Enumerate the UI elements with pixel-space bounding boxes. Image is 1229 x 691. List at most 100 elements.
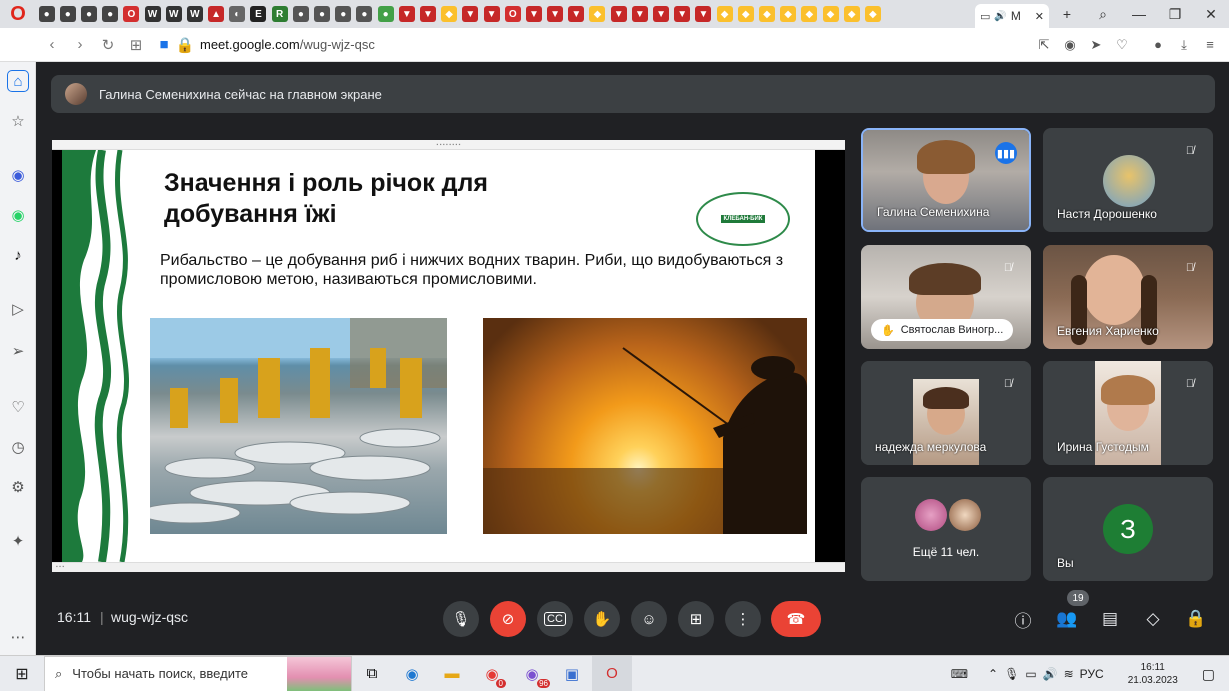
new-tab-button[interactable]: + xyxy=(1049,0,1085,28)
audio-playing-icon[interactable]: 🔊 xyxy=(994,11,1006,22)
presentation-screen[interactable]: ▪ ▪ ▪ ▪ ▪ ▪ ▪ ▪ Значення і роль річок дл… xyxy=(52,140,845,572)
start-button[interactable]: ⊞ xyxy=(0,656,44,691)
tab-favicon-icon[interactable]: E xyxy=(250,6,267,22)
player-icon[interactable]: ▷ xyxy=(7,298,29,320)
taskbar-search[interactable]: ⌕ Чтобы начать поиск, введите xyxy=(44,655,352,691)
participant-tile[interactable]: 🎙̸ Евгения Хариенко xyxy=(1043,245,1213,349)
people-button[interactable]: 👥 xyxy=(1053,605,1081,633)
tips-bulb-icon[interactable]: ✦ xyxy=(7,530,29,552)
present-button[interactable]: ⊞ xyxy=(678,601,714,637)
tab-favicon-icon[interactable]: ● xyxy=(59,6,76,22)
bookmark-star-icon[interactable]: ☆ xyxy=(7,110,29,132)
tab-favicon-icon[interactable]: ▼ xyxy=(398,6,415,22)
tab-favicon-icon[interactable]: R xyxy=(271,6,288,22)
mic-tray-icon[interactable]: 🎙 xyxy=(1004,667,1019,681)
activities-button[interactable]: ◇ xyxy=(1139,605,1167,633)
meeting-info-button[interactable]: ⓘ xyxy=(1009,605,1037,633)
flow-send-icon[interactable]: ➢ xyxy=(7,340,29,362)
tab-favicon-icon[interactable]: ▼ xyxy=(674,6,691,22)
participant-tile[interactable]: 🎙̸ надежда меркулова xyxy=(861,361,1031,465)
url-field[interactable]: meet.google.com/wug-wjz-qsc xyxy=(200,37,1031,52)
tab-favicon-icon[interactable]: ▼ xyxy=(653,6,670,22)
reload-icon[interactable]: ↻ xyxy=(94,31,122,59)
settings-gear-icon[interactable]: ⚙ xyxy=(7,476,29,498)
camera-icon[interactable]: ■ xyxy=(150,31,178,59)
battery-icon[interactable]: ▭ xyxy=(1025,667,1036,681)
tab-favicon-icon[interactable]: ▼ xyxy=(610,6,627,22)
profile-icon[interactable]: ● xyxy=(1145,32,1171,58)
volume-icon[interactable]: 🔊 xyxy=(1043,667,1058,681)
active-tab[interactable]: ▭ 🔊 M ✕ xyxy=(975,4,1049,28)
others-tile[interactable]: Ещё 11 чел. xyxy=(861,477,1031,581)
tab-favicon-icon[interactable]: ● xyxy=(292,6,309,22)
network-icon[interactable]: ≋ xyxy=(1064,667,1074,681)
tray-up-arrow-icon[interactable]: ⌃ xyxy=(988,667,998,681)
tab-favicon-icon[interactable]: ◆ xyxy=(737,6,754,22)
whatsapp-icon[interactable]: ◉ xyxy=(7,204,29,226)
reactions-button[interactable]: ☺ xyxy=(631,601,667,637)
tab-grid-icon[interactable]: ⊞ xyxy=(122,31,150,59)
captions-button[interactable]: CC xyxy=(537,601,573,637)
tab-favicon-icon[interactable]: ◆ xyxy=(864,6,881,22)
participant-tile[interactable]: 🎙̸ Настя Дорошенко xyxy=(1043,128,1213,232)
download-icon[interactable]: ⤓ xyxy=(1171,32,1197,58)
tab-favicon-icon[interactable]: ◆ xyxy=(801,6,818,22)
tab-favicon-icon[interactable]: ▼ xyxy=(631,6,648,22)
forward-arrow-icon[interactable]: › xyxy=(66,31,94,59)
tab-favicon-icon[interactable]: W xyxy=(144,6,161,22)
tab-favicon-icon[interactable]: ▼ xyxy=(568,6,585,22)
self-tile[interactable]: З Вы xyxy=(1043,477,1213,581)
back-arrow-icon[interactable]: ‹ xyxy=(38,31,66,59)
explorer-button[interactable]: ▬ xyxy=(432,656,472,691)
messenger-icon[interactable]: ◉ xyxy=(7,164,29,186)
tab-favicon-icon[interactable]: ◆ xyxy=(780,6,797,22)
tab-favicon-icon[interactable]: ▼ xyxy=(547,6,564,22)
participant-tile-speaking[interactable]: ▮▮▮ Галина Семенихина xyxy=(861,128,1031,232)
microphone-button[interactable]: 🎙 xyxy=(443,601,479,637)
more-options-button[interactable]: ⋮ xyxy=(725,601,761,637)
heart-icon[interactable]: ♡ xyxy=(1109,32,1135,58)
tab-favicon-icon[interactable]: ◆ xyxy=(843,6,860,22)
more-dots-icon[interactable]: ⋯ xyxy=(7,626,29,648)
home-icon[interactable]: ⌂ xyxy=(7,70,29,92)
tab-favicon-icon[interactable]: ● xyxy=(80,6,97,22)
search-tabs-icon[interactable]: ⌕ xyxy=(1085,0,1121,28)
tab-favicon-icon[interactable]: ◆ xyxy=(441,6,458,22)
tab-favicon-icon[interactable]: ● xyxy=(377,6,394,22)
participant-tile[interactable]: 🎙̸ Ирина Густодым xyxy=(1043,361,1213,465)
edge-button[interactable]: ◉ xyxy=(392,656,432,691)
tab-favicon-icon[interactable]: ● xyxy=(38,6,55,22)
tab-favicon-icon[interactable]: W xyxy=(165,6,182,22)
tab-favicon-icon[interactable]: ◆ xyxy=(758,6,775,22)
tab-favicon-icon[interactable]: ● xyxy=(314,6,331,22)
tab-favicon-icon[interactable]: O xyxy=(504,6,521,22)
tab-favicon-icon[interactable]: ▲ xyxy=(208,6,225,22)
maximize-button[interactable]: ❐ xyxy=(1157,0,1193,28)
tab-favicon-icon[interactable]: ◆ xyxy=(716,6,733,22)
tab-favicon-icon[interactable]: ● xyxy=(335,6,352,22)
minimize-button[interactable]: — xyxy=(1121,0,1157,28)
host-controls-button[interactable]: 🔒 xyxy=(1182,605,1210,633)
send-icon[interactable]: ➤ xyxy=(1083,32,1109,58)
lock-icon[interactable]: 🔒 xyxy=(176,31,195,59)
notifications-icon[interactable]: ▢ xyxy=(1202,666,1215,683)
opera-logo-icon[interactable]: O xyxy=(0,0,36,28)
raise-hand-button[interactable]: ✋ xyxy=(584,601,620,637)
history-clock-icon[interactable]: ◷ xyxy=(7,436,29,458)
task-view-button[interactable]: ⧉ xyxy=(352,656,392,691)
tab-favicon-icon[interactable]: W xyxy=(186,6,203,22)
tab-favicon-icon[interactable]: ● xyxy=(356,6,373,22)
tab-favicon-icon[interactable]: ◆ xyxy=(822,6,839,22)
yandex-button[interactable]: ◉ 0 xyxy=(472,656,512,691)
tab-favicon-icon[interactable]: ● xyxy=(102,6,119,22)
opera-taskbar-button[interactable]: O xyxy=(592,655,632,691)
tab-favicon-icon[interactable]: ▼ xyxy=(525,6,542,22)
install-app-icon[interactable]: ⇱ xyxy=(1031,32,1057,58)
tab-favicon-icon[interactable]: ▼ xyxy=(462,6,479,22)
camera-off-button[interactable]: ⊘ xyxy=(490,601,526,637)
tab-favicon-icon[interactable]: ▼ xyxy=(483,6,500,22)
tab-favicon-icon[interactable]: O xyxy=(123,6,140,22)
chat-button[interactable]: ▤ xyxy=(1096,605,1124,633)
keyboard-icon[interactable]: ⌨ xyxy=(951,667,968,681)
tab-close-icon[interactable]: ✕ xyxy=(1035,10,1044,23)
